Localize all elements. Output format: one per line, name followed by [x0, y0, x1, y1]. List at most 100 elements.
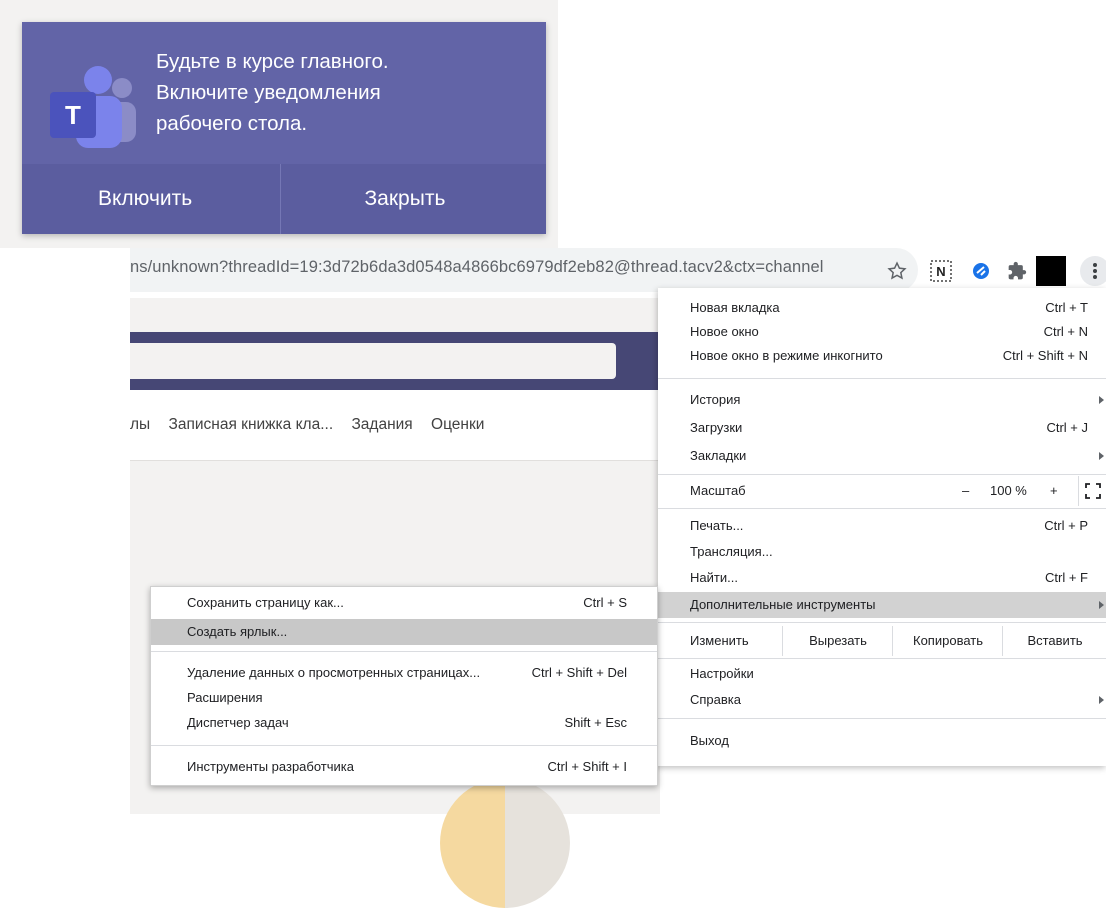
menu-divider — [658, 378, 1106, 379]
menu-divider — [658, 508, 1106, 509]
tab-files[interactable]: лы — [130, 416, 150, 433]
menu-item-print[interactable]: Печать... Ctrl + P — [658, 514, 1106, 538]
menu-divider — [151, 745, 657, 746]
menu-shortcut: Ctrl + N — [1043, 324, 1088, 339]
teams-search-input[interactable] — [130, 343, 616, 379]
submenu-item-dev-tools[interactable]: Инструменты разработчика Ctrl + Shift + … — [151, 755, 657, 779]
menu-label: Закладки — [690, 448, 747, 463]
extension-icon[interactable] — [970, 260, 992, 282]
notification-message: Будьте в курсе главного. Включите уведом… — [156, 46, 516, 139]
zoom-in-button[interactable]: + — [1050, 479, 1058, 503]
menu-divider — [658, 718, 1106, 719]
menu-item-history[interactable]: История — [658, 388, 1106, 412]
menu-shortcut: Ctrl + S — [583, 595, 627, 610]
notification-actions: Включить Закрыть — [22, 164, 546, 234]
notification-line-1: Будьте в курсе главного. — [156, 50, 389, 73]
notification-line-2: Включите уведомления — [156, 81, 381, 104]
menu-shortcut: Shift + Esc — [564, 715, 628, 730]
menu-label: Справка — [690, 692, 741, 707]
menu-label: Настройки — [690, 666, 754, 681]
menu-label: Новое окно — [690, 324, 759, 339]
omnibox[interactable]: ns/unknown?threadId=19:3d72b6da3d0548a48… — [130, 248, 918, 292]
paste-button[interactable]: Вставить — [1002, 626, 1106, 656]
menu-shortcut: Ctrl + Shift + N — [1002, 348, 1088, 363]
menu-divider — [658, 658, 1106, 659]
menu-item-new-window[interactable]: Новое окно Ctrl + N — [658, 320, 1106, 344]
teams-notification-toast: T Будьте в курсе главного. Включите увед… — [22, 22, 546, 234]
svg-text:T: T — [65, 100, 81, 130]
tab-grades[interactable]: Оценки — [431, 416, 484, 433]
menu-label: История — [690, 392, 741, 407]
onenote-extension-icon[interactable]: N — [930, 260, 952, 282]
blank-area — [558, 0, 1106, 248]
menu-label: Загрузки — [690, 420, 743, 435]
menu-label: Изменить — [690, 633, 749, 648]
menu-edit-row: Изменить Вырезать Копировать Вставить — [658, 626, 1106, 656]
menu-label: Найти... — [690, 570, 738, 585]
copy-button[interactable]: Копировать — [892, 626, 1003, 656]
menu-item-cast[interactable]: Трансляция... — [658, 540, 1106, 564]
menu-item-bookmarks[interactable]: Закладки — [658, 444, 1106, 468]
menu-label: Новое окно в режиме инкогнито — [690, 348, 883, 363]
profile-avatar[interactable] — [1036, 256, 1066, 286]
menu-shortcut: Ctrl + Shift + Del — [531, 665, 627, 680]
menu-label: Масштаб — [690, 483, 746, 498]
submenu-item-extensions[interactable]: Расширения — [151, 686, 657, 710]
menu-label: Сохранить страницу как... — [187, 595, 344, 610]
submenu-item-save-page[interactable]: Сохранить страницу как... Ctrl + S — [151, 591, 657, 615]
menu-divider — [151, 651, 657, 652]
menu-shortcut: Ctrl + T — [1045, 300, 1088, 315]
menu-label: Инструменты разработчика — [187, 759, 354, 774]
submenu-item-clear-data[interactable]: Удаление данных о просмотренных страница… — [151, 661, 657, 685]
menu-label: Диспетчер задач — [187, 715, 289, 730]
tab-class-notebook[interactable]: Записная книжка кла... — [169, 416, 334, 433]
tab-assignments[interactable]: Задания — [351, 416, 412, 433]
cut-button[interactable]: Вырезать — [782, 626, 893, 656]
fullscreen-button[interactable] — [1078, 476, 1106, 506]
submenu-arrow-icon — [1099, 696, 1104, 704]
svg-text:N: N — [936, 264, 945, 279]
menu-shortcut: Ctrl + Shift + I — [547, 759, 627, 774]
menu-item-more-tools[interactable]: Дополнительные инструменты — [658, 592, 1106, 618]
decorative-illustration — [440, 778, 570, 908]
menu-shortcut: Ctrl + J — [1046, 420, 1088, 435]
url-text[interactable]: ns/unknown?threadId=19:3d72b6da3d0548a48… — [130, 258, 824, 277]
menu-shortcut: Ctrl + P — [1044, 518, 1088, 533]
teams-logo-icon: T — [50, 54, 136, 150]
menu-label: Создать ярлык... — [187, 624, 288, 639]
notification-line-3: рабочего стола. — [156, 112, 308, 135]
enable-notifications-button[interactable]: Включить — [22, 164, 281, 234]
menu-label: Дополнительные инструменты — [690, 597, 876, 612]
menu-label: Новая вкладка — [690, 300, 780, 315]
star-icon[interactable] — [886, 260, 908, 282]
fullscreen-icon — [1085, 483, 1101, 499]
menu-item-new-tab[interactable]: Новая вкладка Ctrl + T — [658, 296, 1106, 320]
submenu-arrow-icon — [1099, 452, 1104, 460]
close-notification-button[interactable]: Закрыть — [281, 164, 547, 234]
submenu-arrow-icon — [1099, 601, 1104, 609]
menu-label: Выход — [690, 733, 729, 748]
menu-divider — [658, 474, 1106, 475]
channel-tabs: лы Записная книжка кла... Задания Оценки — [130, 390, 660, 461]
submenu-item-create-shortcut[interactable]: Создать ярлык... — [151, 619, 657, 645]
menu-label: Печать... — [690, 518, 744, 533]
more-menu-icon[interactable] — [1080, 256, 1106, 286]
menu-divider — [658, 622, 1106, 623]
chrome-main-menu: Новая вкладка Ctrl + T Новое окно Ctrl +… — [658, 288, 1106, 766]
zoom-level: 100 % — [990, 483, 1027, 498]
zoom-out-button[interactable]: – — [962, 479, 969, 503]
menu-item-downloads[interactable]: Загрузки Ctrl + J — [658, 416, 1106, 440]
submenu-arrow-icon — [1099, 396, 1104, 404]
menu-item-settings[interactable]: Настройки — [658, 662, 1106, 686]
menu-label: Расширения — [187, 690, 263, 705]
menu-item-incognito[interactable]: Новое окно в режиме инкогнито Ctrl + Shi… — [658, 344, 1106, 368]
more-tools-submenu: Сохранить страницу как... Ctrl + S Созда… — [150, 586, 658, 786]
menu-shortcut: Ctrl + F — [1045, 570, 1088, 585]
menu-item-exit[interactable]: Выход — [658, 729, 1106, 753]
menu-item-zoom: Масштаб – 100 % + — [658, 476, 1106, 506]
menu-item-help[interactable]: Справка — [658, 688, 1106, 712]
puzzle-icon[interactable] — [1006, 260, 1028, 282]
menu-label: Трансляция... — [690, 544, 773, 559]
submenu-item-task-manager[interactable]: Диспетчер задач Shift + Esc — [151, 711, 657, 735]
menu-item-find[interactable]: Найти... Ctrl + F — [658, 566, 1106, 590]
